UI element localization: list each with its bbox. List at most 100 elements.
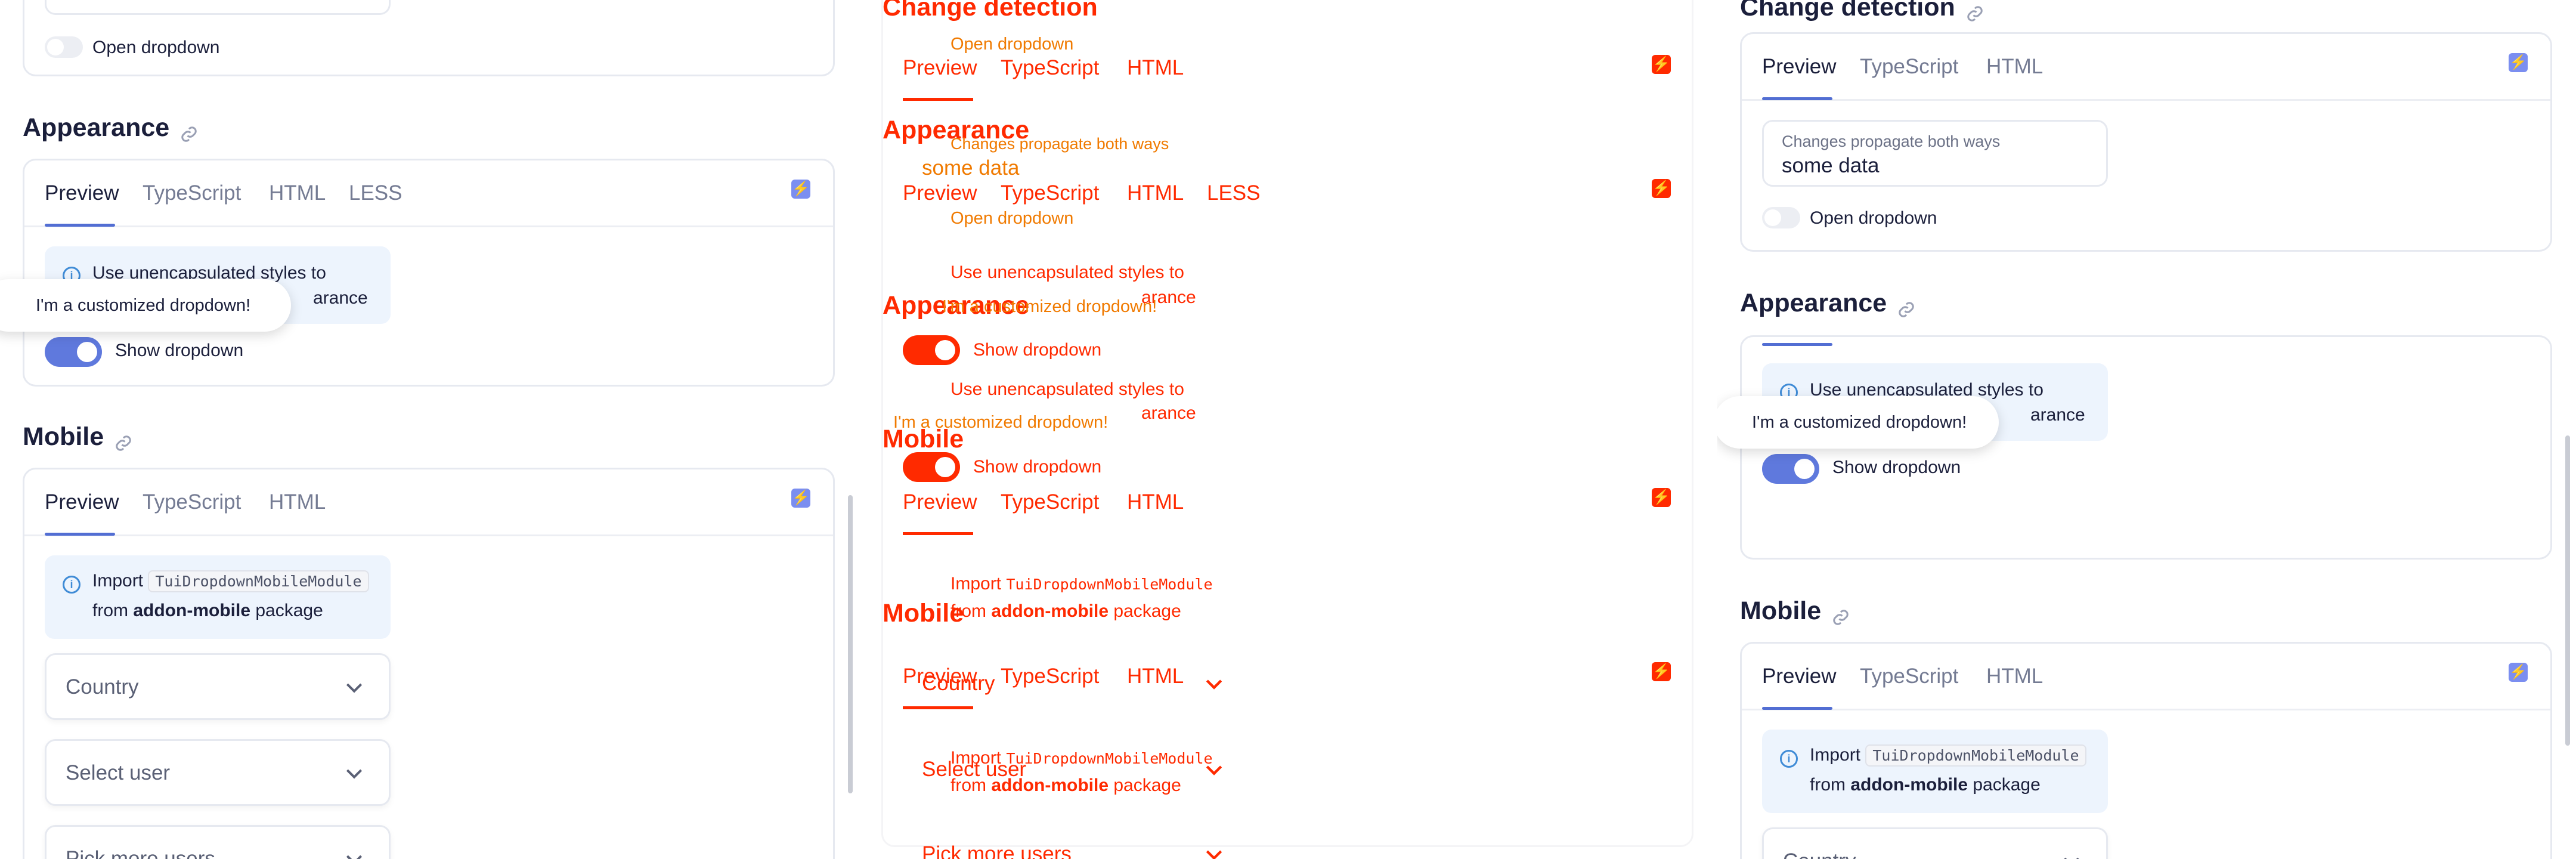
tab-less[interactable]: LESS (1207, 181, 1261, 205)
module-name-code: TuiDropdownMobileModule (1865, 744, 2086, 767)
some-data-input[interactable]: Changes propagate both ways some data (1762, 120, 2108, 187)
stackblitz-bolt-icon[interactable]: ⚡ (2509, 53, 2528, 72)
open-dropdown-toggle[interactable] (45, 36, 83, 58)
tooltip-text: I'm a customized dropdown! (942, 297, 1157, 316)
note-import-line: Import TuiDropdownMobileModule (950, 574, 1213, 594)
left-panel: Open dropdown Appearance Preview TypeScr… (0, 0, 859, 859)
module-name-code: TuiDropdownMobileModule (148, 570, 369, 592)
note-line-2: arance (313, 288, 368, 308)
scrollbar[interactable] (2565, 435, 2570, 746)
tab-html[interactable]: HTML (1986, 665, 2043, 688)
active-tab-underline (1762, 343, 1832, 346)
tab-typescript[interactable]: TypeScript (1860, 665, 1958, 688)
tab-preview[interactable]: Preview (1762, 55, 1836, 79)
chevron-down-icon (346, 769, 363, 779)
country-select[interactable]: Country (1762, 827, 2108, 859)
mobile-info-note: i Import TuiDropdownMobileModule from ad… (45, 555, 391, 639)
note-line-2: arance (2030, 405, 2085, 425)
note-import-line: Import TuiDropdownMobileModule (92, 570, 369, 592)
pick-more-users-select[interactable]: Pick more users (45, 825, 391, 859)
note-line-1: Use unencapsulated styles to (950, 379, 1184, 399)
change-detection-card: Open dropdown (23, 0, 835, 76)
country-select[interactable]: Country (45, 653, 391, 720)
link-icon[interactable] (114, 430, 132, 451)
link-icon[interactable] (1966, 0, 1984, 21)
tab-preview[interactable]: Preview (45, 490, 119, 514)
appearance-tabs: Preview TypeScript HTML LESS ⚡ (24, 160, 833, 227)
stackblitz-bolt-icon[interactable]: ⚡ (1652, 662, 1671, 681)
link-icon[interactable] (180, 120, 198, 142)
mobile-heading: Mobile (23, 422, 132, 452)
show-dropdown-label: Show dropdown (973, 457, 1102, 477)
stackblitz-bolt-icon[interactable]: ⚡ (1652, 488, 1671, 507)
active-tab-underline (1762, 707, 1832, 710)
active-tab-underline (45, 224, 115, 227)
show-dropdown-label: Show dropdown (1832, 458, 1961, 477)
tab-html[interactable]: HTML (1127, 56, 1184, 80)
show-dropdown-label: Show dropdown (115, 341, 244, 360)
show-dropdown-toggle[interactable] (1762, 454, 1819, 484)
tab-html[interactable]: HTML (1127, 490, 1184, 514)
right-panel: Change detection Preview TypeScript HTML… (1717, 0, 2576, 859)
note-package-line: from addon-mobile package (92, 601, 323, 620)
tab-html[interactable]: HTML (1986, 55, 2043, 79)
link-icon[interactable] (1897, 296, 1915, 317)
tab-html[interactable]: HTML (269, 181, 326, 205)
select-user-select[interactable]: Select user (45, 739, 391, 806)
stackblitz-bolt-icon[interactable]: ⚡ (1652, 55, 1671, 74)
change-detection-heading: Change detection (1740, 0, 1984, 22)
mobile-card: Preview TypeScript HTML ⚡ i Import TuiDr… (1740, 642, 2552, 859)
chevron-down-icon (1206, 850, 1222, 859)
tab-preview[interactable]: Preview (45, 181, 119, 205)
stackblitz-bolt-icon[interactable]: ⚡ (791, 180, 810, 199)
customized-dropdown-tooltip: I'm a customized dropdown! (1717, 396, 1999, 449)
tab-underline (903, 706, 973, 709)
tab-preview[interactable]: Preview (903, 181, 977, 205)
open-dropdown-label: Open dropdown (950, 209, 1074, 228)
tab-typescript[interactable]: TypeScript (1001, 490, 1099, 514)
mobile-card: Preview TypeScript HTML ⚡ i Import TuiDr… (23, 468, 835, 859)
active-tab-underline (45, 533, 115, 536)
tab-html[interactable]: HTML (1127, 181, 1184, 205)
stackblitz-bolt-icon[interactable]: ⚡ (2509, 663, 2528, 682)
chevron-down-icon (346, 855, 363, 859)
tab-html[interactable]: HTML (1127, 665, 1184, 688)
open-dropdown-toggle[interactable] (1762, 207, 1800, 228)
tab-typescript[interactable]: TypeScript (1001, 181, 1099, 205)
diff-overlay-panel: Change detection Open dropdown Preview T… (859, 0, 1717, 859)
link-icon[interactable] (1832, 604, 1850, 625)
change-detection-heading: Change detection (883, 0, 1098, 21)
tab-typescript[interactable]: TypeScript (143, 181, 241, 205)
show-dropdown-toggle[interactable] (903, 452, 960, 482)
tab-preview[interactable]: Preview (903, 490, 977, 514)
appearance-heading: Appearance (23, 113, 198, 143)
show-dropdown-label: Show dropdown (973, 340, 1102, 360)
show-dropdown-toggle[interactable] (903, 335, 960, 365)
info-icon: i (63, 576, 80, 594)
chevron-down-icon (1206, 679, 1222, 690)
mobile-tabs: Preview TypeScript HTML ⚡ (1742, 644, 2550, 710)
show-dropdown-toggle[interactable] (45, 337, 102, 367)
tab-typescript[interactable]: TypeScript (143, 490, 241, 514)
tab-preview[interactable]: Preview (1762, 665, 1836, 688)
tab-typescript[interactable]: TypeScript (1860, 55, 1958, 79)
scrollbar[interactable] (848, 495, 853, 793)
change-detection-card: Preview TypeScript HTML ⚡ Changes propag… (1740, 32, 2552, 252)
mobile-tabs: Preview TypeScript HTML ⚡ (24, 469, 833, 536)
mobile-info-note: i Import TuiDropdownMobileModule from ad… (1762, 730, 2108, 813)
tab-preview[interactable]: Preview (903, 56, 977, 80)
tab-underline (903, 98, 973, 101)
tab-less[interactable]: LESS (349, 181, 402, 205)
chevron-down-icon (1206, 765, 1222, 775)
stackblitz-bolt-icon[interactable]: ⚡ (1652, 179, 1671, 198)
tab-typescript[interactable]: TypeScript (1001, 665, 1099, 688)
mobile-heading: Mobile (883, 425, 964, 453)
field-bottom-edge (45, 0, 391, 15)
country-value: Country (922, 672, 995, 695)
tab-html[interactable]: HTML (269, 490, 326, 514)
tab-typescript[interactable]: TypeScript (1001, 56, 1099, 80)
note-package-line: from addon-mobile package (950, 775, 1181, 795)
note-package-line: from addon-mobile package (950, 601, 1181, 621)
mobile-heading-2: Mobile (883, 599, 964, 628)
stackblitz-bolt-icon[interactable]: ⚡ (791, 489, 810, 508)
